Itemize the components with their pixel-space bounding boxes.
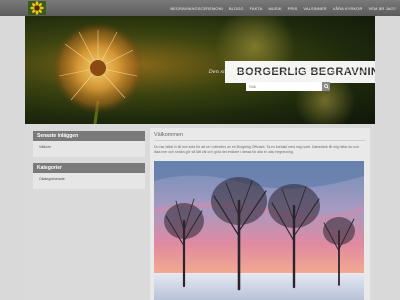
category-link[interactable]: Okategoriserade: [39, 177, 145, 181]
nav-item-blogg[interactable]: Blogg: [229, 6, 244, 11]
nav-item-vara-kyrkor[interactable]: Våra kyrkor: [333, 6, 363, 11]
site-tagline: Den sista färden på jorden – Borgerlig b…: [208, 69, 367, 75]
search-form: [246, 82, 330, 91]
categories-heading: Kategorier: [33, 163, 145, 173]
nav-item-begravningsceremoni[interactable]: Begravningsceremoni: [170, 6, 223, 11]
nav-item-pris[interactable]: Pris: [288, 6, 298, 11]
winter-trees-photo: [154, 161, 364, 300]
page-title: Välkommen: [154, 132, 184, 138]
recent-posts-heading: Senaste inläggen: [33, 131, 145, 141]
search-icon: [323, 84, 329, 89]
search-input[interactable]: [246, 82, 322, 91]
sidebar: Senaste inläggen Välkom Kategorier Okate…: [33, 131, 145, 189]
categories-widget: Okategoriserade: [33, 173, 145, 189]
nav-item-valsinner[interactable]: Valsinner: [303, 6, 326, 11]
top-navigation-bar: Begravningsceremoni Blogg Fakta Musik Pr…: [0, 0, 400, 16]
nav-item-vem-ar-jag[interactable]: Vem är jag?: [368, 6, 396, 11]
main-content: Välkommen Du har hittat in till min sida…: [150, 128, 370, 300]
nav-item-fakta[interactable]: Fakta: [250, 6, 263, 11]
title-divider: [154, 140, 366, 141]
sunflower-logo-icon[interactable]: [28, 1, 46, 15]
search-button[interactable]: [322, 82, 330, 91]
recent-post-link[interactable]: Välkom: [39, 145, 145, 149]
intro-text: Du har hittat in till min sida för att s…: [154, 145, 359, 154]
nav-item-musik[interactable]: Musik: [268, 6, 281, 11]
recent-posts-widget: Välkom: [33, 141, 145, 157]
main-menu: Begravningsceremoni Blogg Fakta Musik Pr…: [170, 0, 396, 16]
